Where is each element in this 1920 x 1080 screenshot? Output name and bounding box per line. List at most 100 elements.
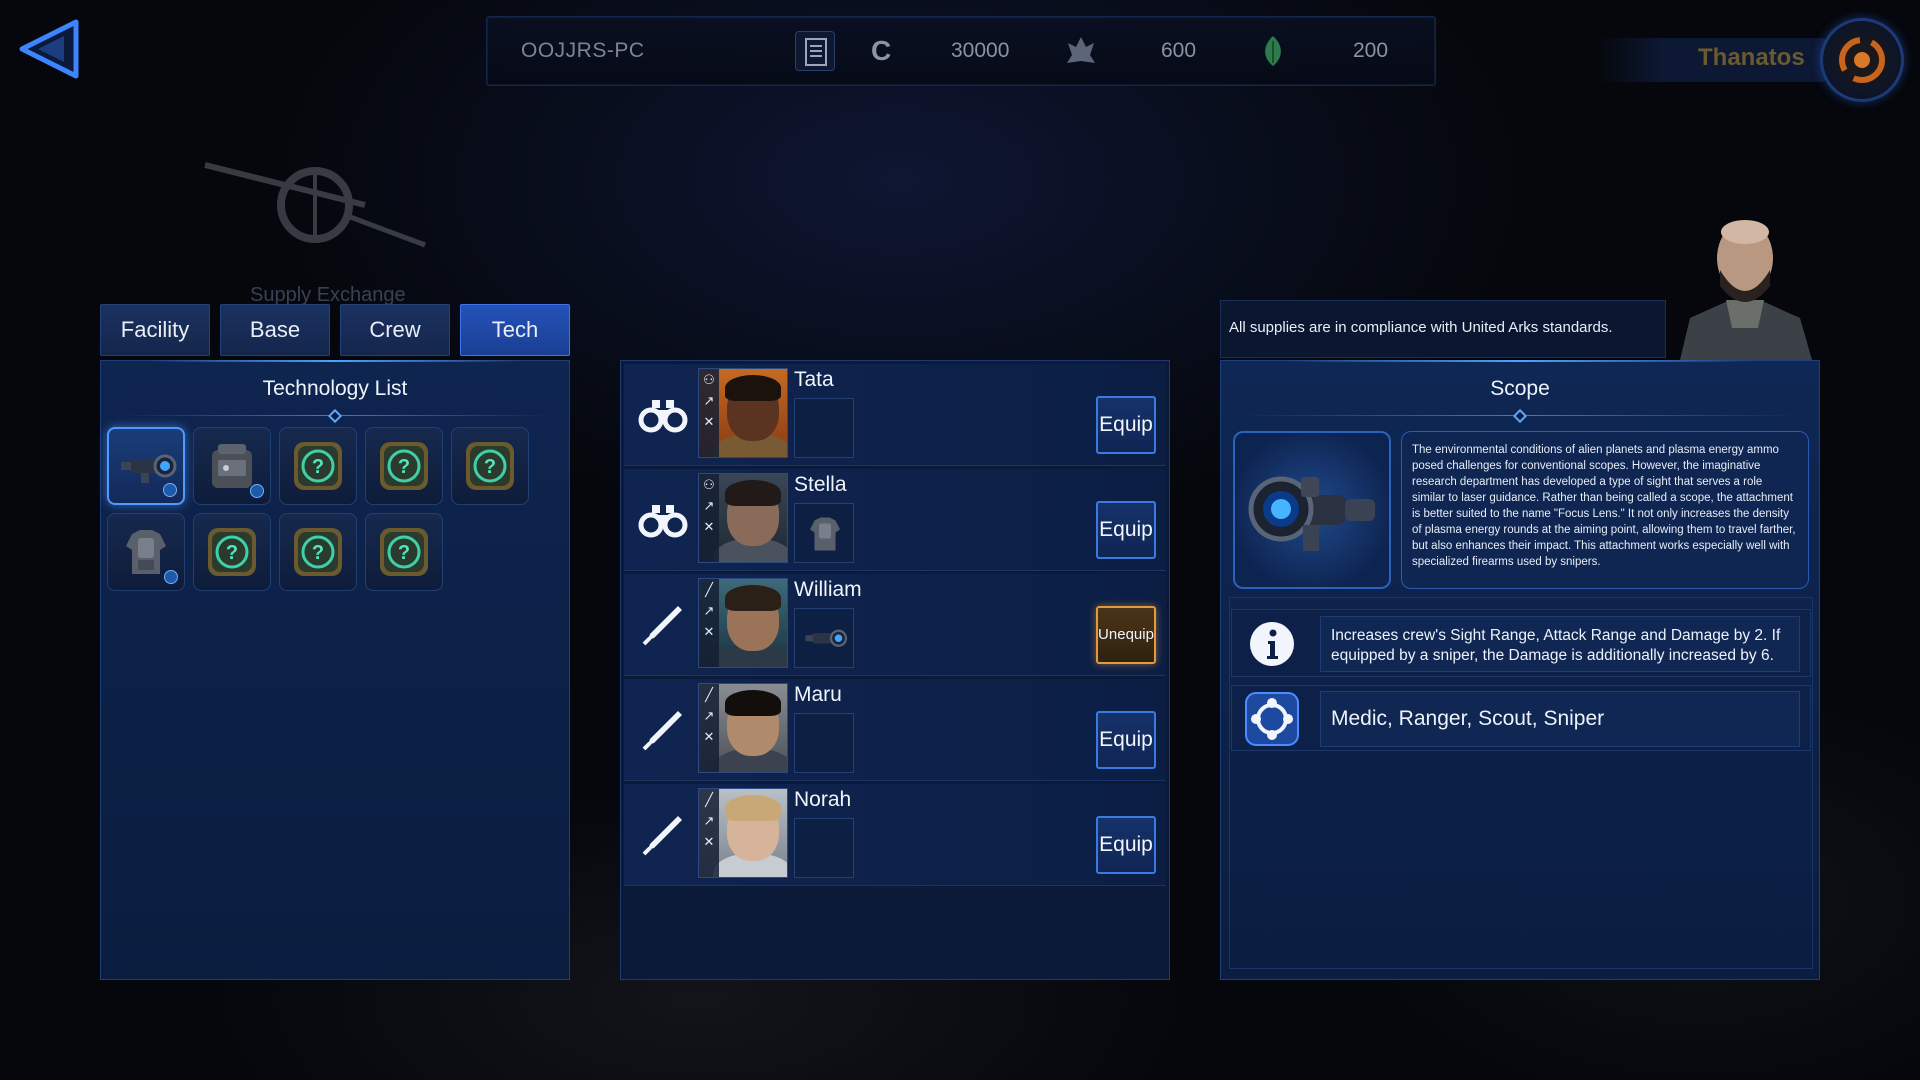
crystal-icon [1067,37,1095,63]
item-detail-panel: Scope The environmental conditions of al… [1220,360,1820,980]
equipped-item-slot [794,818,854,878]
supply-officer-portrait [1680,220,1812,360]
tech-slot-backpack[interactable] [193,427,271,505]
tech-slot-locked[interactable]: ? [451,427,529,505]
skill-icons: ⚇ ↗ ✕ [699,369,719,457]
crew-row: ╱ ↗ ✕ Maru Equip [624,679,1166,781]
crew-name: Norah [794,788,852,811]
equipped-item-slot [794,713,854,773]
crew-portrait: ╱ ↗ ✕ [698,683,788,773]
item-title: Scope [1490,377,1550,400]
tab-crew[interactable]: Crew [340,304,450,356]
crew-row: ╱ ↗ ✕ William Unequip [624,574,1166,676]
tech-slot-locked[interactable]: ? [365,513,443,591]
log-button[interactable] [795,31,835,71]
crew-portrait: ⚇ ↗ ✕ [698,368,788,458]
allowed-classes: Medic, Ranger, Scout, Sniper [1320,691,1800,747]
bullet-icon [642,711,682,751]
crew-list-panel: ⚇ ↗ ✕ Tata Equip ⚇ ↗ ✕ Stella Equip ╱ ↗ … [620,360,1170,980]
tech-slot-locked[interactable]: ? [365,427,443,505]
equipped-item-slot[interactable] [794,608,854,668]
tech-slot-locked[interactable]: ? [193,513,271,591]
equip-button[interactable]: Equip [1096,501,1156,559]
equipped-item-slot [794,398,854,458]
crew-portrait: ╱ ↗ ✕ [698,578,788,668]
panel-glow [147,360,523,362]
effect-description: Increases crew's Sight Range, Attack Ran… [1320,616,1800,672]
crew-row: ⚇ ↗ ✕ Tata Equip [624,364,1166,466]
crew-name: Tata [794,368,834,391]
skill-icons: ⚇ ↗ ✕ [699,474,719,562]
skill-icons: ╱ ↗ ✕ [699,579,719,667]
scope-icon [1248,476,1375,551]
crew-name: Stella [794,473,847,496]
unequip-button[interactable]: Unequip [1096,606,1156,664]
equipped-badge [164,570,178,584]
title-divider [121,408,549,424]
player-emblem[interactable] [1820,18,1904,102]
svg-text:?: ? [312,456,324,478]
equipped-item-slot[interactable] [794,503,854,563]
svg-text:?: ? [312,542,324,564]
unknown-tech-icon: ? [294,442,342,490]
svg-text:?: ? [226,542,238,564]
tab-base[interactable]: Base [220,304,330,356]
tech-slot-locked[interactable]: ? [279,427,357,505]
class-row: Medic, Ranger, Scout, Sniper [1231,685,1811,751]
player-name: Thanatos [1698,44,1805,71]
bio-value: 200 [1353,39,1389,62]
faction-emblem-icon [1839,37,1885,83]
equipped-badge [250,484,264,498]
crew-class-icon [1245,692,1299,746]
skill-icons: ╱ ↗ ✕ [699,789,719,877]
unknown-tech-icon: ? [466,442,514,490]
crew-row: ╱ ↗ ✕ Norah Equip [624,784,1166,886]
svg-text:?: ? [398,542,410,564]
equip-button[interactable]: Equip [1096,711,1156,769]
tech-slot-armor[interactable] [107,513,185,591]
crew-row: ⚇ ↗ ✕ Stella Equip [624,469,1166,571]
item-description: The environmental conditions of alien pl… [1401,431,1809,589]
crystals-value: 600 [1161,39,1197,62]
equip-button[interactable]: Equip [1096,816,1156,874]
equip-button[interactable]: Equip [1096,396,1156,454]
space-station-silhouette [204,162,426,248]
unknown-tech-icon: ? [208,528,256,576]
effect-row: Increases crew's Sight Range, Attack Ran… [1231,609,1811,677]
bio-resource-icon [1265,36,1281,66]
document-icon [805,38,827,66]
unknown-tech-icon: ? [380,528,428,576]
title-divider [1241,408,1799,424]
tab-facility[interactable]: Facility [100,304,210,356]
crew-portrait: ⚇ ↗ ✕ [698,473,788,563]
pc-name: OOJJRS-PC [521,39,645,62]
credits-value: 30000 [951,39,1010,62]
bullet-icon [642,606,682,646]
crew-portrait: ╱ ↗ ✕ [698,788,788,878]
credit-icon: C [871,35,892,66]
binoculars-icon [638,505,688,538]
armor-icon [810,517,840,551]
info-icon [1250,622,1294,666]
svg-text:?: ? [398,456,410,478]
npc-message: All supplies are in compliance with Unit… [1229,319,1613,336]
tech-slot-scope[interactable] [107,427,185,505]
technology-list-panel: Technology List ? ? ? ? ? ? [100,360,570,980]
crew-name: William [794,578,862,601]
panel-title: Technology List [262,377,408,400]
scope-icon [805,629,848,647]
tech-slot-locked[interactable]: ? [279,513,357,591]
svg-text:?: ? [484,456,496,478]
back-arrow-icon [19,19,79,79]
bullet-icon [642,816,682,856]
equipped-badge [163,483,177,497]
resource-bar: OOJJRS-PC C 30000 600 200 [486,16,1436,86]
unknown-tech-icon: ? [294,528,342,576]
unknown-tech-icon: ? [380,442,428,490]
skill-icons: ╱ ↗ ✕ [699,684,719,772]
binoculars-icon [638,400,688,433]
panel-glow [1280,360,1760,362]
item-image [1233,431,1391,589]
tab-tech[interactable]: Tech [460,304,570,356]
back-button[interactable] [16,18,82,80]
